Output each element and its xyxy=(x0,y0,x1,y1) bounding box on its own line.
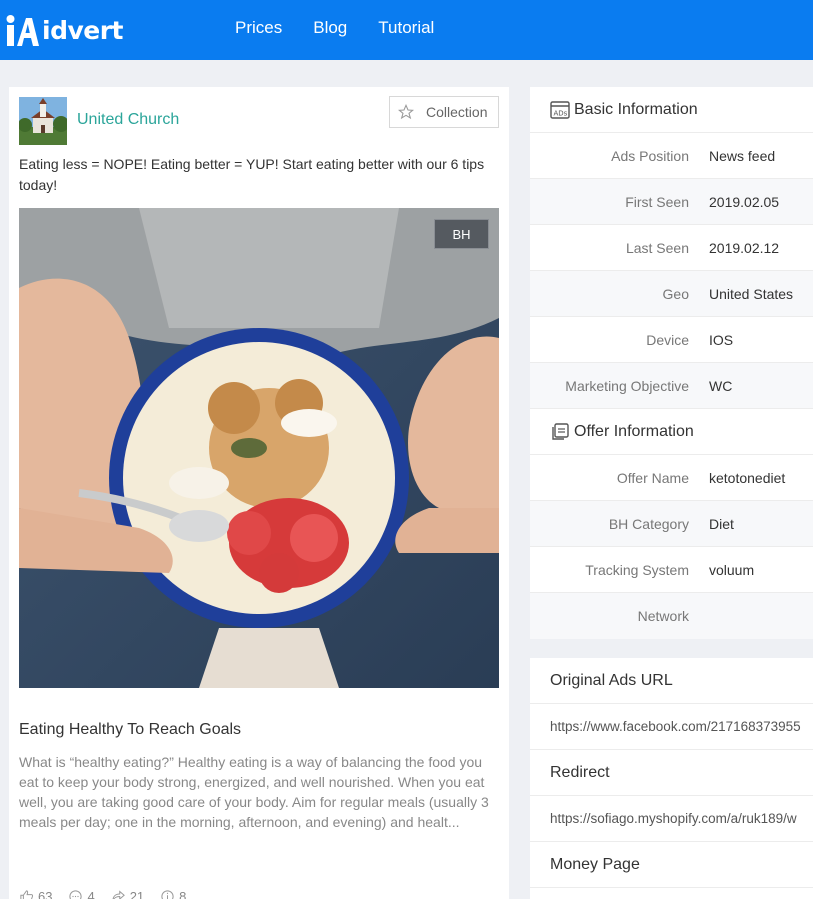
row-label: Geo xyxy=(662,285,689,302)
ad-headline: Eating Healthy To Reach Goals xyxy=(19,721,242,738)
row-value: 2019.02.12 xyxy=(709,239,780,256)
row-value: Diet xyxy=(709,515,734,532)
redirect-title: Redirect xyxy=(530,750,813,796)
row-label: Tracking System xyxy=(585,561,689,578)
row-label: Network xyxy=(637,608,689,624)
comment-icon xyxy=(69,890,83,899)
info-panel: ADs Basic Information Ads Position News … xyxy=(530,87,813,639)
info-icon xyxy=(161,890,174,899)
info-row-bh-category: BH Category Diet xyxy=(530,501,813,547)
row-value: News feed xyxy=(709,147,776,164)
collection-button[interactable]: Collection xyxy=(389,96,499,128)
info-row-first-seen: First Seen 2019.02.05 xyxy=(530,179,813,225)
shares-count: 21 xyxy=(129,889,145,899)
views-stat[interactable]: 8 xyxy=(160,889,186,899)
ad-card: United Church Collection Eating less = N… xyxy=(9,87,509,899)
row-value: 2019.02.05 xyxy=(709,193,780,210)
likes-stat[interactable]: 63 xyxy=(19,889,52,899)
thumbs-up-icon xyxy=(20,890,34,899)
ad-image[interactable] xyxy=(19,208,499,688)
redirect-url-link[interactable]: https://sofiago.myshopify.com/a/ruk189/w xyxy=(530,796,813,842)
row-label: Device xyxy=(646,331,689,348)
svg-text:ADs: ADs xyxy=(554,109,568,117)
row-label: BH Category xyxy=(608,515,689,532)
row-label: Ads Position xyxy=(611,147,689,164)
row-label: First Seen xyxy=(625,193,689,210)
comments-count: 4 xyxy=(87,889,95,899)
bh-badge: BH xyxy=(434,219,489,249)
main-nav: Prices Blog Tutorial xyxy=(235,18,465,38)
info-row-tracking-system: Tracking System voluum xyxy=(530,547,813,593)
top-navbar: idvert Prices Blog Tutorial xyxy=(0,0,813,60)
row-value: ketotonediet xyxy=(709,469,786,486)
logo-text: idvert xyxy=(42,15,124,45)
row-value: WC xyxy=(709,377,733,394)
info-row-last-seen: Last Seen 2019.02.12 xyxy=(530,225,813,271)
comments-stat[interactable]: 4 xyxy=(68,889,95,899)
likes-count: 63 xyxy=(38,889,53,899)
ads-info-icon: ADs xyxy=(550,100,570,119)
offer-info-header: Offer Information xyxy=(530,409,813,455)
basic-info-header: ADs Basic Information xyxy=(530,87,813,133)
row-value: voluum xyxy=(709,561,755,578)
row-label: Offer Name xyxy=(616,469,689,486)
page-avatar[interactable] xyxy=(19,97,67,145)
basic-info-title: Basic Information xyxy=(574,100,698,118)
views-count: 8 xyxy=(179,889,187,899)
page-name-link[interactable]: United Church xyxy=(77,111,179,129)
collection-label: Collection xyxy=(426,104,488,120)
row-label: Marketing Objective xyxy=(565,377,689,394)
copy-document-icon xyxy=(552,422,569,440)
original-ads-url-link[interactable]: https://www.facebook.com/217168373955 xyxy=(530,704,813,750)
shares-stat[interactable]: 21 xyxy=(111,889,144,899)
info-row-geo: Geo United States xyxy=(530,271,813,317)
nav-blog[interactable]: Blog xyxy=(313,18,347,38)
info-row-network: Network xyxy=(530,593,813,639)
original-ads-url-title: Original Ads URL xyxy=(530,658,813,704)
info-row-device: Device IOS xyxy=(530,317,813,363)
share-icon xyxy=(112,890,125,899)
urls-panel: Original Ads URL https://www.facebook.co… xyxy=(530,658,813,899)
money-page-title: Money Page xyxy=(530,842,813,888)
row-value: IOS xyxy=(709,331,734,348)
nav-prices[interactable]: Prices xyxy=(235,18,282,38)
logo[interactable]: idvert xyxy=(6,12,124,48)
info-row-marketing-objective: Marketing Objective WC xyxy=(530,363,813,409)
ad-stats: 63 4 21 8 xyxy=(19,889,202,899)
star-icon xyxy=(398,104,414,120)
row-label: Last Seen xyxy=(625,239,689,256)
row-value: United States xyxy=(709,285,794,302)
offer-info-title: Offer Information xyxy=(574,422,694,440)
info-row-ads-position: Ads Position News feed xyxy=(530,133,813,179)
logo-mark-icon xyxy=(6,13,40,47)
info-row-offer-name: Offer Name ketotonediet xyxy=(530,455,813,501)
ad-description: What is “healthy eating?” Healthy eating… xyxy=(19,754,489,830)
ad-caption: Eating less = NOPE! Eating better = YUP!… xyxy=(19,156,485,193)
nav-tutorial[interactable]: Tutorial xyxy=(378,18,434,38)
